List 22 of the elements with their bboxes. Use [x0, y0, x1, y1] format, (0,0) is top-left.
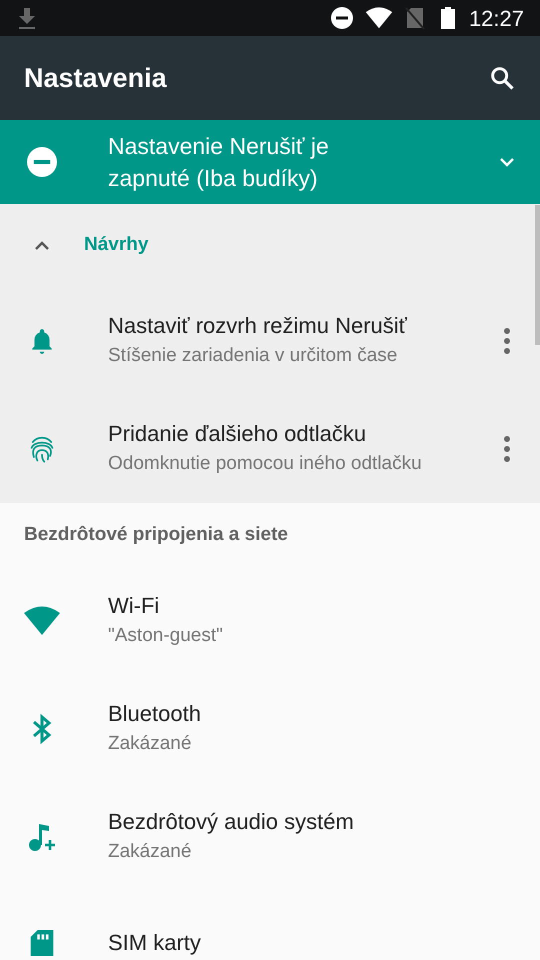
- wifi-icon: [24, 606, 60, 636]
- settings-item[interactable]: Wi-Fi "Aston-guest": [108, 591, 540, 651]
- dnd-banner[interactable]: Nastavenie Nerušiť je zapnuté (Iba budíky): [0, 120, 540, 204]
- settings-item[interactable]: Nastaviť rozvrh režimu Nerušiť Stíšenie zariadenia v určitom čase: [108, 311, 497, 371]
- download-icon: [16, 6, 38, 30]
- do-not-disturb-icon: [27, 147, 57, 177]
- clock-time: 12:27: [468, 4, 524, 32]
- fingerprint-icon: [28, 434, 56, 464]
- settings-item[interactable]: Bezdrôtový audio systém Zakázané: [108, 807, 540, 867]
- settings-item[interactable]: SIM karty: [108, 928, 540, 958]
- no-sim-icon: [404, 7, 425, 29]
- battery-icon: [440, 7, 455, 29]
- bluetooth-icon: [31, 713, 53, 745]
- toolbar-title: Nastavenia: [24, 62, 168, 95]
- do-not-disturb-icon: [330, 7, 353, 29]
- settings-item[interactable]: Pridanie ďalšieho odtlačku Odomknutie pomocou iného odtlačku: [108, 419, 497, 479]
- sim-card-icon: [29, 930, 55, 956]
- wifi-icon: [364, 7, 393, 29]
- music-note-plus-icon: [27, 822, 57, 852]
- banner-text: Nastavenie Nerušiť je zapnuté (Iba budíky): [108, 132, 330, 193]
- settings-item[interactable]: Bluetooth Zakázané: [108, 699, 540, 759]
- category-title: Bezdrôtové pripojenia a siete: [23, 522, 289, 547]
